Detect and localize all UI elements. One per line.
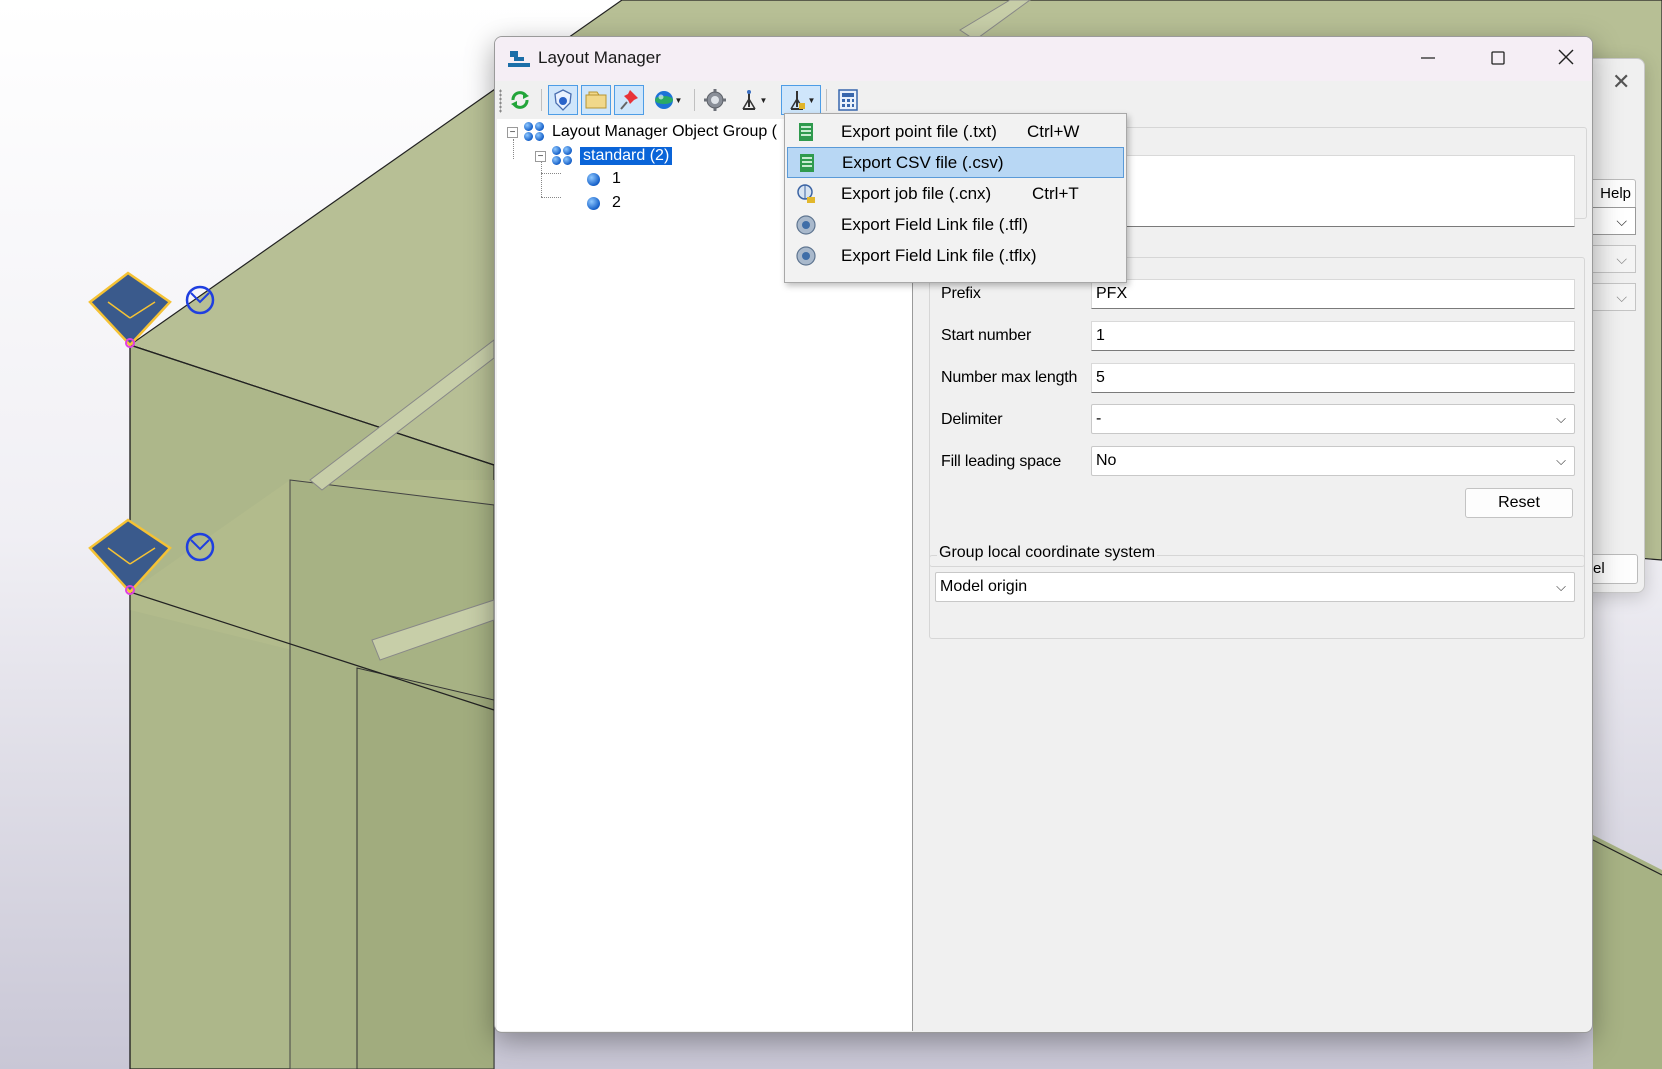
- export-dropdown-button[interactable]: ▼: [781, 85, 821, 115]
- settings-button[interactable]: [700, 85, 730, 115]
- menu-item-export-fieldlink-tflx[interactable]: Export Field Link file (.tflx): [787, 240, 1124, 271]
- refresh-button[interactable]: [505, 85, 535, 115]
- minimize-icon: [1421, 57, 1435, 59]
- refresh-icon: [511, 91, 529, 109]
- chevron-down-icon: ⌵: [1556, 453, 1566, 468]
- toolbar-separator: [694, 89, 695, 111]
- text-file-icon: [799, 122, 813, 141]
- prefix-label: Prefix: [941, 285, 981, 302]
- collapse-icon[interactable]: −: [535, 150, 546, 162]
- stakeout-icon: [741, 90, 756, 110]
- menu-item-shortcut: Ctrl+W: [1027, 121, 1080, 141]
- tree-root-node[interactable]: − Layout Manager Object Group (: [507, 121, 777, 143]
- export-icon: [789, 91, 805, 110]
- tree-group-label: standard (2): [580, 147, 673, 165]
- tree-point-label: 2: [612, 194, 621, 211]
- shield-icon: [554, 89, 572, 111]
- close-icon: [1558, 49, 1574, 65]
- delimiter-value: -: [1096, 410, 1102, 427]
- maximize-icon: [1491, 51, 1505, 65]
- menu-item-export-point-file[interactable]: Export point file (.txt) Ctrl+W: [787, 116, 1124, 147]
- close-icon[interactable]: ✕: [1612, 69, 1630, 95]
- fill-leading-space-value: No: [1096, 452, 1117, 469]
- delimiter-label: Delimiter: [941, 411, 1003, 428]
- background-combo-1[interactable]: ⌵: [1588, 207, 1636, 235]
- tree-group-node[interactable]: − standard (2): [535, 145, 673, 167]
- delimiter-select[interactable]: - ⌵: [1091, 404, 1575, 434]
- menu-item-label: Export Field Link file (.tfl): [841, 214, 1029, 234]
- minimize-button[interactable]: [1393, 37, 1463, 81]
- visibility-button[interactable]: [548, 85, 578, 115]
- pin-icon: [620, 90, 638, 110]
- collapse-icon[interactable]: −: [507, 126, 518, 138]
- menu-item-label: Export job file (.cnx): [841, 183, 992, 203]
- menu-item-shortcut: Ctrl+T: [1032, 183, 1079, 203]
- menu-item-export-fieldlink-tfl[interactable]: Export Field Link file (.tfl): [787, 209, 1124, 240]
- tree-connector: [541, 197, 561, 198]
- prefix-field[interactable]: PFX: [1091, 279, 1575, 309]
- chevron-down-icon: ⌵: [1556, 411, 1566, 426]
- menu-item-label: Export Field Link file (.tflx): [841, 245, 1037, 265]
- coordinate-system-value: Model origin: [940, 578, 1028, 595]
- toolbar-separator: [826, 89, 827, 111]
- chevron-down-icon: ▼: [759, 95, 768, 105]
- color-dropdown-button[interactable]: ▼: [648, 85, 688, 115]
- cancel-button[interactable]: el: [1588, 554, 1638, 584]
- fieldlink-icon: [796, 245, 816, 266]
- export-menu: Export point file (.txt) Ctrl+W Export C…: [784, 113, 1127, 283]
- chevron-down-icon: ▼: [674, 95, 683, 105]
- folder-button[interactable]: [581, 85, 611, 115]
- coordinate-system-title: Group local coordinate system: [937, 544, 1158, 562]
- fill-leading-space-select[interactable]: No ⌵: [1091, 446, 1575, 476]
- tree-root-label: Layout Manager Object Group (: [552, 123, 778, 140]
- tree-point-node[interactable]: 2: [587, 192, 621, 214]
- job-file-icon: [797, 183, 815, 203]
- start-number-field[interactable]: 1: [1091, 321, 1575, 351]
- toolbar-grip[interactable]: [499, 89, 502, 113]
- toolbar-separator: [541, 89, 542, 111]
- gear-icon: [704, 89, 726, 111]
- stakeout-dropdown-button[interactable]: ▼: [733, 85, 773, 115]
- tree-connector: [541, 173, 561, 174]
- tree-point-label: 1: [612, 170, 621, 187]
- point-icon: [587, 196, 600, 210]
- pin-button[interactable]: [614, 85, 644, 115]
- globe-icon: [654, 91, 673, 109]
- group-icon: [552, 146, 574, 166]
- menu-item-export-csv-file[interactable]: Export CSV file (.csv): [787, 147, 1124, 178]
- background-combo-3[interactable]: ⌵: [1588, 283, 1636, 311]
- app-logo-icon: [508, 51, 530, 67]
- menu-item-label: Export point file (.txt): [841, 121, 997, 141]
- background-dialog: ✕ Help ⌵ ⌵ ⌵ el: [1585, 58, 1645, 593]
- chevron-down-icon: ▼: [807, 95, 816, 105]
- window-title: Layout Manager: [538, 48, 661, 67]
- group-icon: [524, 122, 546, 142]
- chevron-down-icon: ⌵: [1556, 579, 1566, 594]
- point-icon: [587, 172, 600, 186]
- csv-file-icon: [800, 153, 814, 172]
- calculator-button[interactable]: [833, 85, 863, 115]
- menu-item-export-job-file[interactable]: Export job file (.cnx) Ctrl+T: [787, 178, 1124, 209]
- fieldlink-icon: [796, 214, 816, 235]
- folder-icon: [585, 91, 607, 109]
- close-button[interactable]: [1531, 37, 1592, 81]
- reset-button[interactable]: Reset: [1465, 488, 1573, 518]
- max-length-field[interactable]: 5: [1091, 363, 1575, 393]
- fill-leading-space-label: Fill leading space: [941, 453, 1062, 470]
- help-button[interactable]: Help: [1588, 179, 1636, 209]
- tree-point-node[interactable]: 1: [587, 168, 621, 190]
- max-length-label: Number max length: [941, 369, 1078, 386]
- start-number-label: Start number: [941, 327, 1032, 344]
- background-combo-2[interactable]: ⌵: [1588, 245, 1636, 273]
- coordinate-system-select[interactable]: Model origin ⌵: [935, 572, 1575, 602]
- title-bar[interactable]: Layout Manager: [495, 37, 1592, 81]
- maximize-button[interactable]: [1463, 37, 1533, 81]
- menu-item-label: Export CSV file (.csv): [842, 152, 1004, 172]
- calculator-icon: [838, 89, 858, 111]
